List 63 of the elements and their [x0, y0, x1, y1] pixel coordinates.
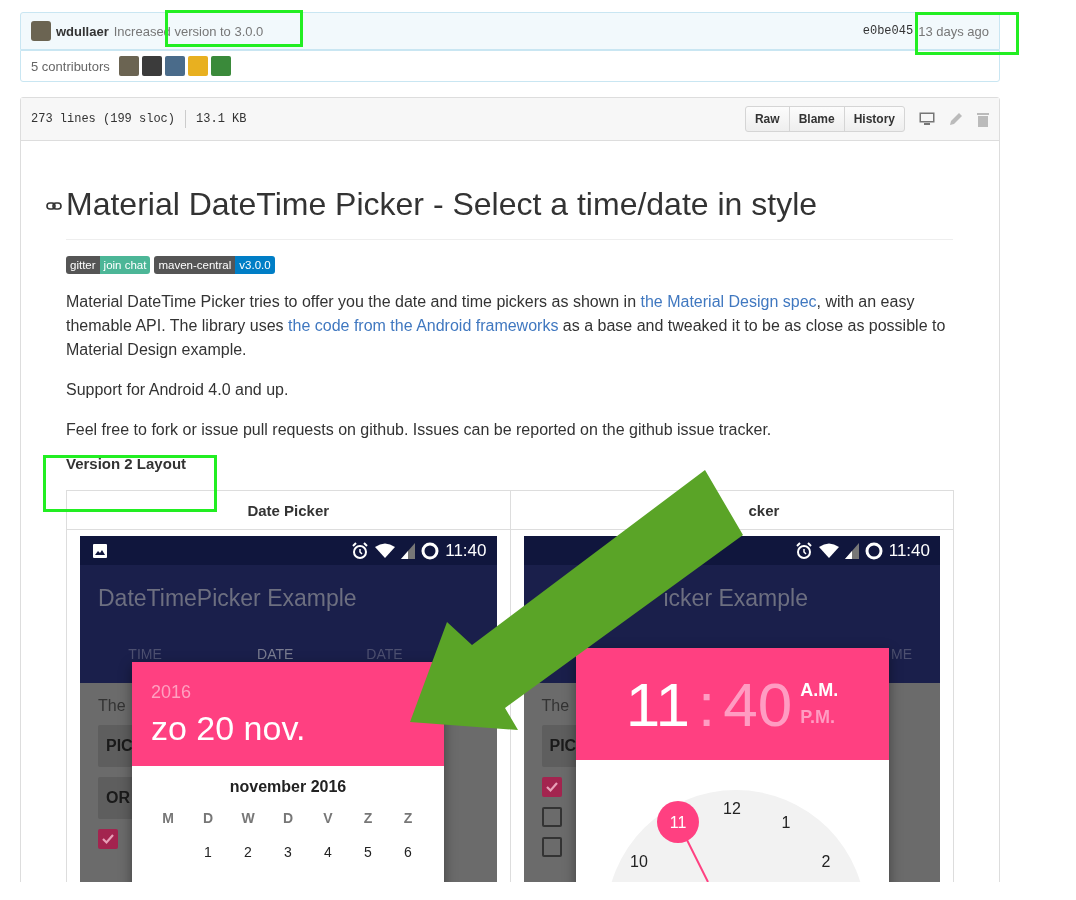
image-icon [92, 542, 108, 559]
clock-number[interactable]: 1 [781, 814, 790, 831]
weekday-label: V [322, 810, 334, 826]
section-heading: Version 2 Layout [66, 455, 188, 472]
desktop-icon[interactable] [919, 112, 935, 126]
battery-circle-icon [421, 541, 440, 560]
column-header: Date Picker [66, 490, 510, 530]
clock-number[interactable]: 2 [821, 853, 830, 870]
wifi-icon [375, 542, 396, 559]
status-time: 11:40 [445, 540, 487, 561]
file-button[interactable]: Raw [744, 106, 790, 132]
text-link[interactable]: the Material Design spec [640, 293, 817, 310]
text-link[interactable]: the code from the Android frameworks [288, 317, 559, 334]
avatar[interactable] [141, 56, 162, 76]
app-tab[interactable]: DATE [257, 646, 294, 662]
readme-title: Material DateTime Picker - Select a time/date in style [66, 186, 818, 223]
weekday-label: W [240, 810, 256, 826]
commit-sha[interactable]: e0be045 [862, 24, 914, 38]
paragraph: Support for Android 4.0 and up. [66, 380, 290, 400]
paragraph: Feel free to fork or issue pull requests on github. Issues can be reported on the github issue tracker. [66, 420, 773, 440]
weekday-label: D [281, 810, 295, 826]
paragraph: Material DateTime Picker tries to offer you the date and time pickers as shown in the Material Design spec, with an easy themable API. The library uses the code from the Android frameworks as a base and tweaked it to be as close as possible to Material Design example. [66, 292, 947, 360]
wifi-icon [818, 542, 839, 559]
alarm-icon [351, 541, 370, 560]
contributors-label[interactable]: 5 contributors [31, 58, 110, 74]
file-button[interactable]: Blame [788, 106, 845, 132]
checkbox[interactable] [541, 837, 562, 857]
weekday-label: Z [402, 810, 414, 826]
body-text: The [98, 697, 126, 715]
checkmark-icon [544, 780, 559, 794]
alarm-icon [794, 541, 813, 560]
time-separator: : [698, 668, 716, 740]
checkbox[interactable] [541, 777, 562, 797]
signal-icon [844, 542, 859, 559]
file-button[interactable]: History [843, 106, 905, 132]
checkmark-icon [101, 832, 115, 846]
calendar-day[interactable]: 4 [308, 844, 348, 860]
app-title: icker Example [662, 584, 809, 613]
signal-icon [401, 542, 416, 559]
calendar-day[interactable]: 2 [228, 844, 268, 860]
weekday-label: Z [362, 810, 374, 826]
clock-number[interactable]: 10 [629, 853, 648, 870]
weekday-label: M [161, 810, 175, 826]
body-text: The [541, 697, 570, 715]
calendar-day[interactable]: 3 [268, 844, 308, 860]
author-link[interactable]: wdullaer [56, 23, 109, 39]
checkbox[interactable] [98, 829, 118, 849]
commit-age: 13 days ago [918, 23, 989, 39]
calendar-day[interactable]: 1 [188, 844, 228, 860]
checkbox[interactable] [541, 807, 562, 827]
avatar[interactable] [118, 56, 139, 76]
file-size: 13.1 KB [196, 112, 247, 126]
battery-circle-icon [864, 541, 883, 560]
month-title: november 2016 [228, 777, 348, 797]
calendar-day[interactable]: 6 [388, 844, 428, 860]
status-time: 11:40 [888, 540, 930, 561]
calendar-day[interactable]: 5 [348, 844, 388, 860]
weekday-label: D [201, 810, 215, 826]
avatar[interactable] [164, 56, 185, 76]
link-icon[interactable] [46, 200, 62, 212]
clock-number[interactable]: 12 [722, 800, 741, 817]
line-count: 273 lines (199 sloc) [31, 112, 176, 126]
app-title: DateTimePicker Example [97, 584, 358, 613]
